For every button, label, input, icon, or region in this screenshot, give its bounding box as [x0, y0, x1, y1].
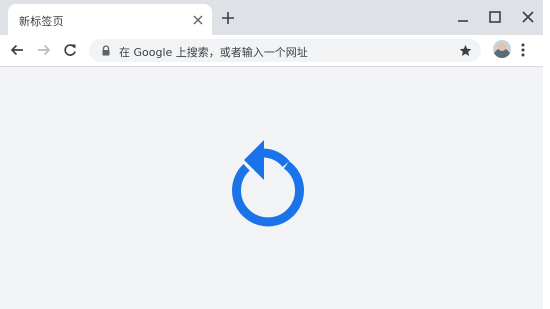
plus-icon[interactable] [220, 10, 236, 26]
forward-arrow-icon[interactable] [36, 42, 52, 58]
back-arrow-icon[interactable] [9, 42, 25, 58]
close-window-icon[interactable] [520, 9, 536, 25]
star-icon[interactable] [458, 43, 473, 58]
toolbar: 在 Google 上搜索，或者输入一个网址 [0, 35, 543, 67]
reload-icon [232, 140, 304, 227]
avatar[interactable] [493, 40, 511, 58]
tab-new-tab[interactable]: 新标签页 [8, 4, 212, 35]
reload-icon[interactable] [62, 42, 78, 58]
tab-strip: 新标签页 [0, 0, 543, 35]
minimize-icon[interactable] [455, 9, 471, 25]
maximize-icon[interactable] [487, 9, 503, 25]
page-content [0, 67, 543, 309]
browser-window: 新标签页 在 Google 上搜索，或者输入一个网址 [0, 0, 543, 309]
omnibox-placeholder: 在 Google 上搜索，或者输入一个网址 [119, 46, 308, 59]
tab-title: 新标签页 [19, 15, 64, 28]
omnibox[interactable]: 在 Google 上搜索，或者输入一个网址 [89, 39, 481, 62]
close-icon[interactable] [191, 13, 205, 27]
lock-icon[interactable] [101, 45, 111, 56]
more-vert-icon[interactable] [516, 42, 530, 58]
